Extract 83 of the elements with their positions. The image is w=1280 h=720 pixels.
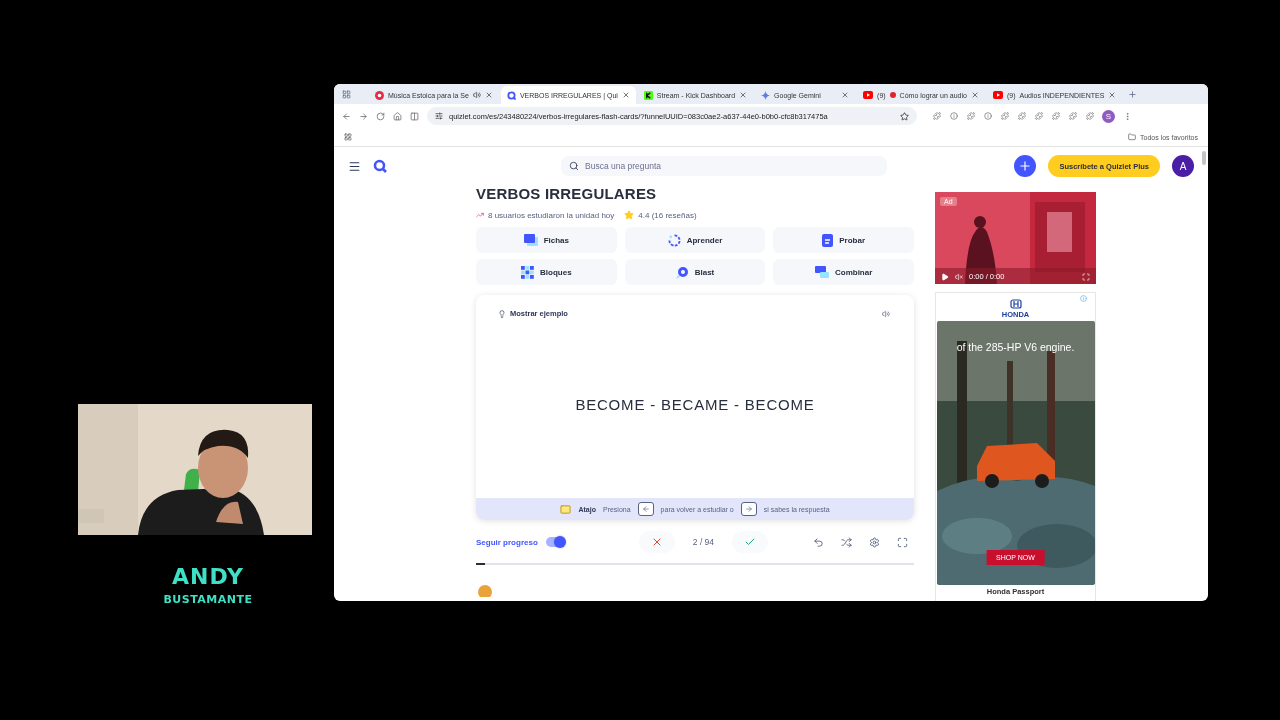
rocket-icon: [675, 265, 689, 279]
test-icon: [822, 233, 834, 247]
quizlet-logo: [373, 159, 387, 173]
close-icon[interactable]: [621, 91, 630, 99]
star-icon: [624, 210, 635, 220]
streamer-name: ANDY: [172, 564, 244, 589]
forward-icon[interactable]: [359, 111, 368, 121]
ad-info-icon[interactable]: [1080, 295, 1087, 302]
kick-icon: [643, 90, 653, 100]
youtube-icon: [863, 91, 874, 99]
mute-icon[interactable]: [955, 272, 963, 281]
search-field[interactable]: Busca una pregunta: [561, 156, 887, 176]
reload-icon[interactable]: [376, 111, 385, 121]
create-button[interactable]: [1014, 155, 1037, 177]
cards-icon: [523, 234, 538, 246]
extension-icon[interactable]: [1035, 112, 1043, 120]
streamer-surname: BUSTAMANTE: [163, 593, 253, 606]
card-counter: 2 / 94: [692, 537, 715, 547]
extension-icon[interactable]: [1052, 112, 1060, 120]
search-icon: [569, 161, 579, 171]
keyboard-icon: [560, 503, 572, 515]
user-avatar[interactable]: A: [1172, 155, 1194, 177]
home-icon[interactable]: [393, 111, 402, 121]
profile-avatar[interactable]: S: [1102, 109, 1115, 123]
extension-icon[interactable]: [967, 112, 975, 120]
undo-icon[interactable]: [813, 536, 824, 548]
extension-icon[interactable]: [1069, 112, 1077, 120]
author-avatar: [476, 583, 494, 597]
extension-icon[interactable]: [1001, 112, 1009, 120]
apps-icon[interactable]: [344, 133, 352, 141]
learn-icon: [667, 233, 681, 247]
card-term: BECOME - BECAME - BECOME: [574, 394, 816, 415]
mode-button[interactable]: Bloques: [476, 259, 617, 285]
progress-toggle[interactable]: [545, 537, 564, 547]
site-settings-icon[interactable]: [435, 112, 443, 120]
mode-button[interactable]: Aprender: [624, 227, 766, 253]
fullscreen-icon[interactable]: [1082, 272, 1090, 281]
study-count: 8 usuarios estudiaron la unidad hoy: [488, 210, 615, 220]
more-icon[interactable]: [1123, 111, 1132, 121]
close-icon[interactable]: [970, 91, 979, 99]
mode-button[interactable]: Fichas: [476, 227, 617, 253]
left-key-icon: [637, 502, 654, 516]
shuffle-icon[interactable]: [841, 536, 852, 548]
menu-icon[interactable]: [348, 159, 361, 173]
back-icon[interactable]: [342, 111, 351, 121]
close-icon[interactable]: [1108, 91, 1117, 99]
lightbulb-icon: [498, 309, 506, 318]
sidebar-icon[interactable]: [410, 111, 419, 121]
tab-groups-icon[interactable]: [342, 89, 351, 99]
blocks-icon: [521, 265, 535, 279]
new-tab-icon[interactable]: [1128, 89, 1138, 99]
play-icon[interactable]: [941, 272, 949, 281]
extension-icon[interactable]: [933, 112, 941, 120]
speaker-icon[interactable]: [882, 309, 890, 318]
extension-icon[interactable]: [1018, 112, 1026, 120]
mode-button[interactable]: Combinar: [773, 259, 914, 285]
music-icon: [375, 90, 384, 100]
mode-button[interactable]: Probar: [773, 227, 914, 253]
extension-icon[interactable]: [1086, 112, 1094, 120]
close-icon[interactable]: [841, 91, 850, 99]
set-title: VERBOS IRREGULARES: [476, 185, 658, 202]
plus-icon: [1018, 159, 1033, 173]
fullscreen-icon[interactable]: [897, 536, 908, 548]
sparkle-icon: [761, 90, 771, 100]
rating: 4.4 (16 reseñas): [638, 210, 697, 220]
scrollbar-thumb: [1202, 151, 1206, 165]
trend-icon: [476, 211, 484, 219]
quizlet-icon: [506, 90, 516, 100]
right-key-icon: [740, 502, 757, 516]
check-icon: [744, 536, 757, 548]
mode-button[interactable]: Blast: [624, 259, 766, 285]
ad-headline: of the 285-HP V6 engine.: [955, 341, 1076, 353]
honda-logo: [1009, 299, 1022, 309]
folder-icon: [1128, 133, 1136, 141]
bookmark-icon[interactable]: [900, 111, 909, 121]
track-progress-label: Seguir progreso: [476, 537, 538, 547]
extension-icon[interactable]: [950, 112, 958, 120]
close-icon[interactable]: [484, 91, 493, 99]
youtube-icon: [992, 91, 1003, 99]
settings-icon[interactable]: [869, 536, 880, 548]
extension-icon[interactable]: [984, 112, 992, 120]
close-icon[interactable]: [739, 91, 748, 99]
match-icon: [815, 266, 829, 278]
